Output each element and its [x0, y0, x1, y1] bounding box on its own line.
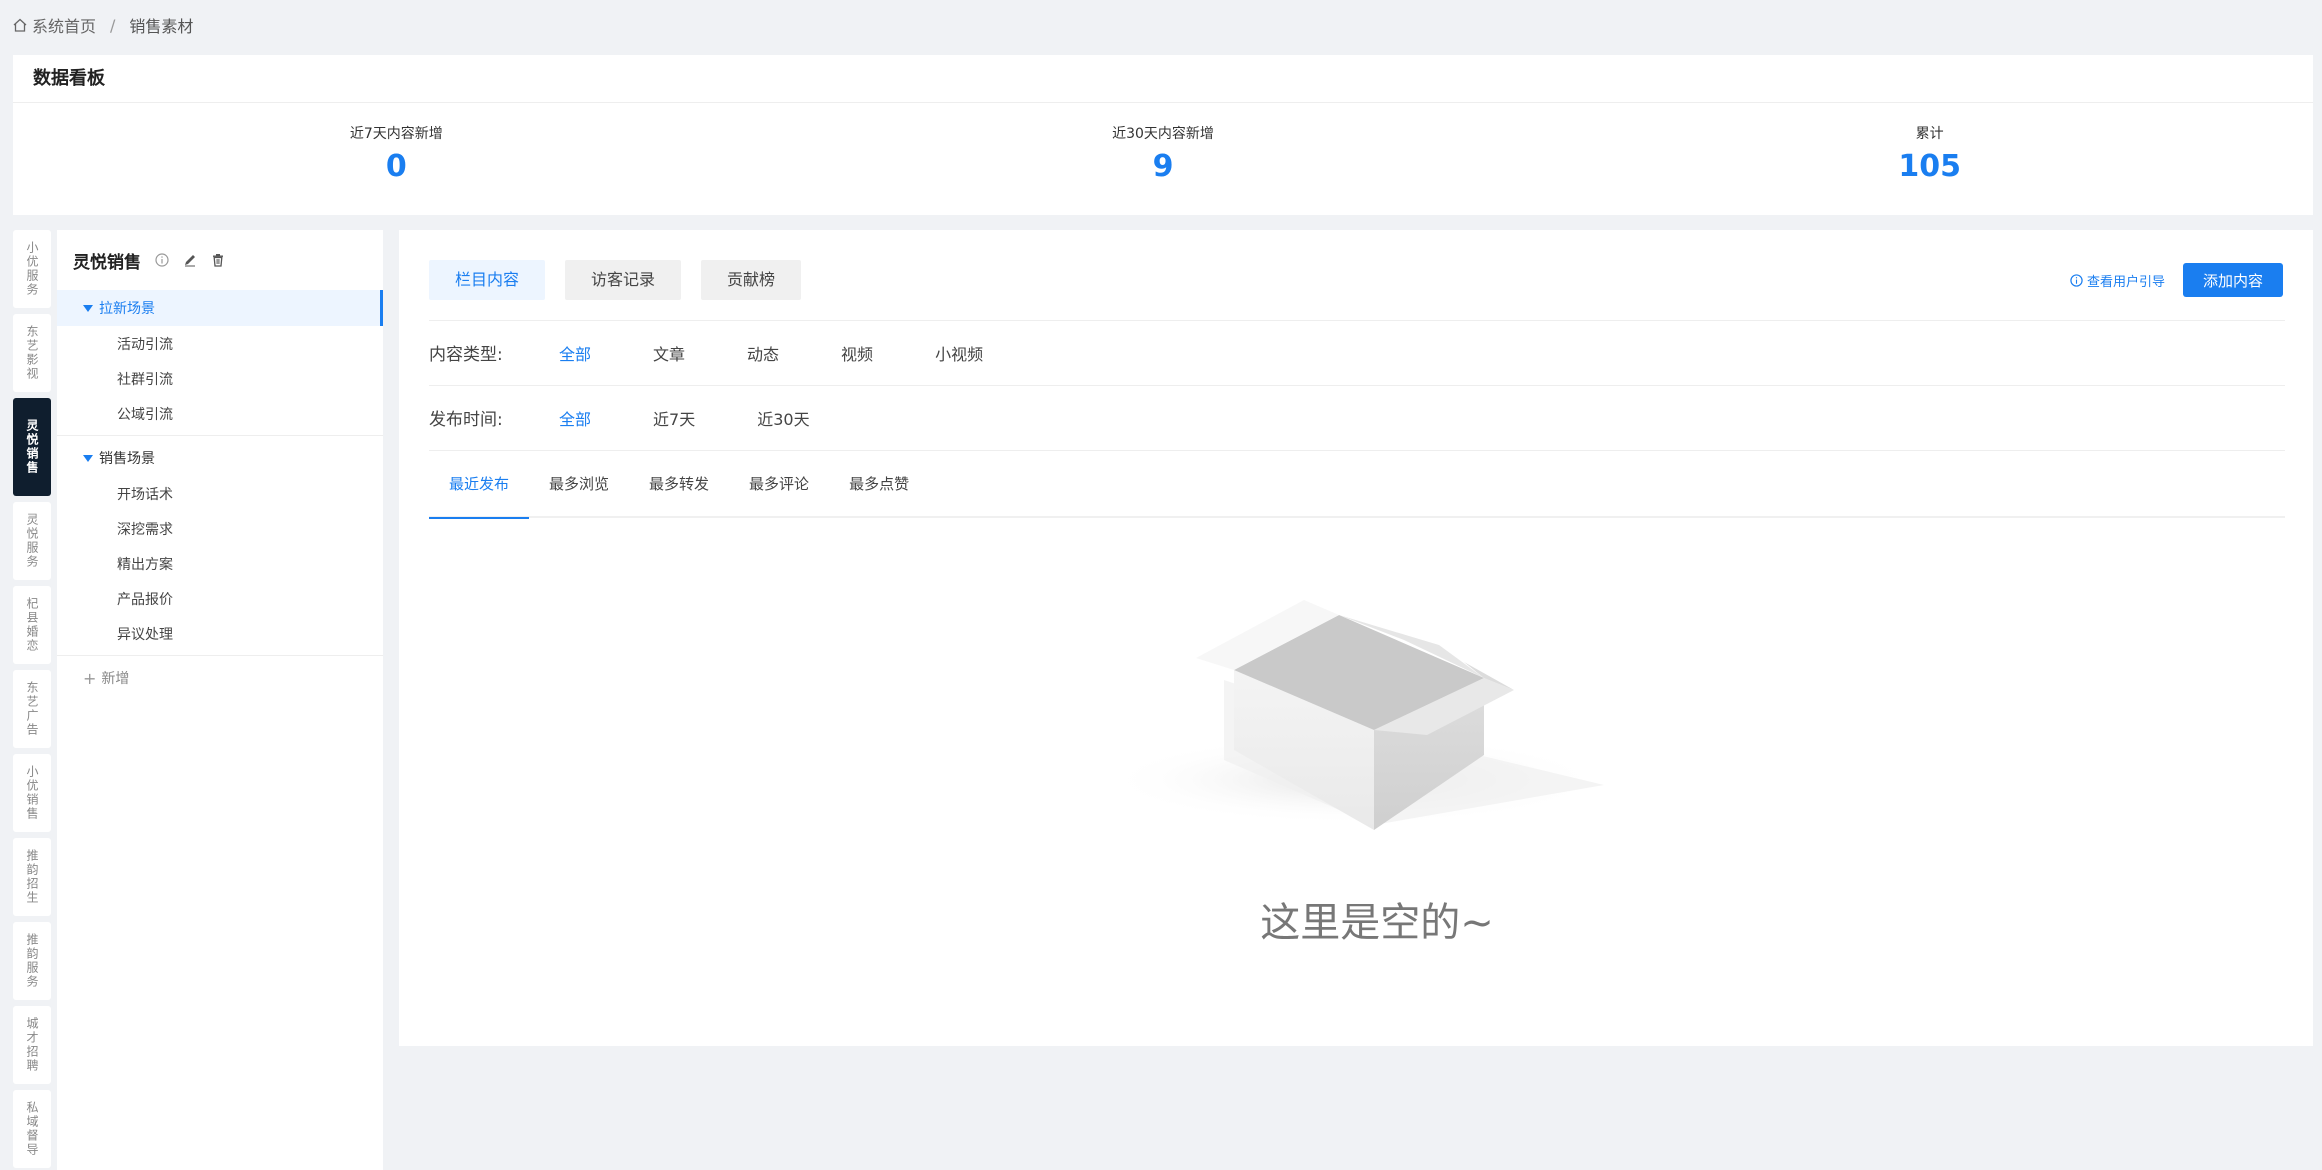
- tab-contribution-rank[interactable]: 贡献榜: [701, 260, 802, 300]
- add-content-button[interactable]: 添加内容: [2183, 263, 2283, 297]
- tree-divider: [57, 655, 383, 656]
- user-guide-link[interactable]: 查看用户引导: [2070, 271, 2165, 290]
- content-tabs: 栏目内容 访客记录 贡献榜: [429, 260, 821, 300]
- sort-tab-most-viewed[interactable]: 最多浏览: [529, 451, 629, 517]
- vtab-item[interactable]: 小优销售: [13, 754, 51, 832]
- content-panel: 栏目内容 访客记录 贡献榜 查看用户引导 添加内容 内容类型: 全部 文章 动态…: [399, 230, 2313, 1046]
- home-icon: [13, 18, 27, 32]
- tree-group-0[interactable]: 拉新场景: [57, 290, 383, 326]
- sort-tab-most-shared[interactable]: 最多转发: [629, 451, 729, 517]
- filter-option-video[interactable]: 视频: [841, 341, 873, 365]
- plus-icon: +: [83, 668, 97, 688]
- tree-title: 灵悦销售: [73, 252, 141, 273]
- tree-group-label: 拉新场景: [99, 301, 155, 317]
- tree-header: 灵悦销售: [57, 230, 383, 290]
- add-category-label: 新增: [101, 671, 130, 687]
- sort-tab-latest[interactable]: 最近发布: [429, 451, 530, 519]
- tree-leaf[interactable]: 开场话术: [57, 476, 383, 511]
- vtab-item[interactable]: 东艺广告: [13, 670, 51, 748]
- sort-tab-most-commented[interactable]: 最多评论: [729, 451, 829, 517]
- filter-option-all[interactable]: 全部: [559, 341, 591, 365]
- filter-option-all[interactable]: 全部: [559, 406, 591, 430]
- stat-30days: 近30天内容新增 9: [780, 103, 1547, 215]
- sort-tab-most-liked[interactable]: 最多点赞: [829, 451, 929, 517]
- filter-option-30days[interactable]: 近30天: [757, 406, 809, 430]
- filter-label: 内容类型:: [429, 345, 503, 365]
- breadcrumb-home[interactable]: 系统首页: [32, 13, 96, 37]
- tree-leaf[interactable]: 社群引流: [57, 361, 383, 396]
- vtab-item[interactable]: 私域督导: [13, 1090, 51, 1168]
- vertical-tab-bar: 小优服务 东艺影视 灵悦销售 灵悦服务 杞县婚恋 东艺广告 小优销售 推韵招生 …: [13, 230, 53, 1170]
- caret-down-icon: [83, 454, 93, 462]
- info-icon[interactable]: [155, 253, 169, 267]
- breadcrumb-current: 销售素材: [129, 17, 194, 36]
- stat-label: 近7天内容新增: [349, 126, 443, 142]
- empty-box-icon: [1104, 600, 1604, 830]
- user-guide-label: 查看用户引导: [2086, 275, 2165, 290]
- tree-divider: [57, 435, 383, 436]
- breadcrumb-separator: /: [110, 15, 116, 35]
- vtab-item[interactable]: 推韵服务: [13, 922, 51, 1000]
- filter-option-short-video[interactable]: 小视频: [935, 341, 983, 365]
- tree-leaf[interactable]: 深挖需求: [57, 511, 383, 546]
- publish-time-filter: 发布时间: 全部 近7天 近30天: [429, 385, 2285, 449]
- dashboard-panel: 数据看板 近7天内容新增 0 近30天内容新增 9 累计 105: [13, 55, 2313, 215]
- filter-option-article[interactable]: 文章: [653, 341, 685, 365]
- tree-leaf[interactable]: 公域引流: [57, 396, 383, 431]
- tree-group-label: 销售场景: [99, 451, 155, 467]
- vtab-item[interactable]: 推韵招生: [13, 838, 51, 916]
- breadcrumb: 系统首页 / 销售素材: [12, 14, 193, 36]
- info-icon: [2070, 274, 2083, 287]
- vtab-item[interactable]: 小优服务: [13, 230, 51, 308]
- stat-value: 9: [1152, 149, 1174, 184]
- stat-label: 近30天内容新增: [1112, 126, 1214, 142]
- tree-leaf[interactable]: 活动引流: [57, 326, 383, 361]
- vtab-item[interactable]: 灵悦服务: [13, 502, 51, 580]
- tree-leaf[interactable]: 异议处理: [57, 616, 383, 651]
- dashboard-title: 数据看板: [13, 55, 2313, 103]
- edit-icon[interactable]: [183, 253, 197, 267]
- vtab-item-active[interactable]: 灵悦销售: [13, 398, 51, 496]
- stat-total: 累计 105: [1546, 103, 2313, 215]
- tree-leaf[interactable]: 产品报价: [57, 581, 383, 616]
- vtab-item[interactable]: 城才招聘: [13, 1006, 51, 1084]
- stat-value: 105: [1898, 149, 1961, 184]
- stat-value: 0: [385, 149, 407, 184]
- caret-down-icon: [83, 304, 93, 312]
- delete-icon[interactable]: [211, 253, 225, 267]
- filter-label: 发布时间:: [429, 410, 503, 430]
- filter-option-moment[interactable]: 动态: [747, 341, 779, 365]
- tab-column-content[interactable]: 栏目内容: [429, 260, 546, 300]
- filter-option-7days[interactable]: 近7天: [653, 406, 695, 430]
- stats-row: 近7天内容新增 0 近30天内容新增 9 累计 105: [13, 103, 2313, 215]
- vtab-item[interactable]: 杞县婚恋: [13, 586, 51, 664]
- stat-label: 累计: [1915, 126, 1944, 142]
- stat-7days: 近7天内容新增 0: [13, 103, 780, 215]
- tree-group-1[interactable]: 销售场景: [57, 440, 383, 476]
- add-category-button[interactable]: + 新增: [57, 660, 383, 696]
- tab-visitor-records[interactable]: 访客记录: [565, 260, 682, 300]
- empty-state-text: 这里是空的~: [1260, 900, 1494, 946]
- tree-leaf[interactable]: 精出方案: [57, 546, 383, 581]
- category-tree: 灵悦销售 拉新场景 活动引流 社群引流 公域引流 销售场景 开场话术 深挖需求 …: [57, 230, 383, 1170]
- vtab-item[interactable]: 东艺影视: [13, 314, 51, 392]
- content-type-filter: 内容类型: 全部 文章 动态 视频 小视频: [429, 320, 2285, 384]
- sort-tabs: 最近发布 最多浏览 最多转发 最多评论 最多点赞: [429, 450, 2285, 519]
